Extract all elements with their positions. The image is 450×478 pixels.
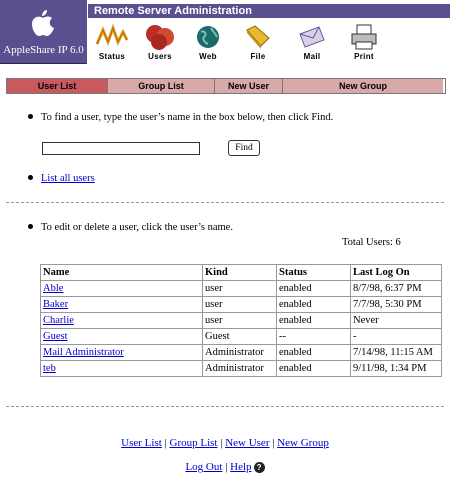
column-header-kind: Kind — [202, 264, 277, 281]
find-instruction: To find a user, type the user’s name in … — [41, 112, 334, 123]
footer-user-list-link[interactable]: User List — [121, 437, 162, 449]
column-header-status: Status — [276, 264, 351, 281]
toolbar-users[interactable]: Users — [136, 20, 184, 64]
product-name: AppleShare IP 6.0 — [3, 44, 84, 56]
table-row: Baker user enabled 7/7/98, 5:30 PM — [40, 296, 442, 313]
find-button[interactable]: Find — [228, 140, 260, 156]
user-link[interactable]: Mail Administrator — [43, 347, 124, 358]
help-icon[interactable]: ? — [253, 461, 265, 473]
user-status-cell: enabled — [276, 344, 351, 361]
user-kind-cell: Administrator — [202, 344, 277, 361]
footer-actions: Log Out | Help? — [0, 461, 450, 473]
edit-instruction-row: To edit or delete a user, click the user… — [28, 222, 233, 233]
user-kind-cell: Guest — [202, 328, 277, 345]
user-status-cell: enabled — [276, 312, 351, 329]
table-row: Charlie user enabled Never — [40, 312, 442, 329]
log-out-link[interactable]: Log Out — [185, 461, 222, 473]
user-link[interactable]: Charlie — [43, 315, 74, 326]
toolbar-print[interactable]: Print — [340, 20, 388, 64]
table-row: Mail Administrator Administrator enabled… — [40, 344, 442, 361]
toolbar-mail-label: Mail — [303, 52, 321, 61]
toolbar-status-label: Status — [98, 52, 126, 61]
user-last-log-on-cell: 7/14/98, 11:15 AM — [350, 344, 442, 361]
user-last-log-on-cell: Never — [350, 312, 442, 329]
divider — [6, 406, 444, 407]
toolbar-web-label: Web — [199, 52, 217, 61]
bullet-icon — [28, 175, 33, 181]
user-link[interactable]: teb — [43, 363, 56, 374]
total-users: Total Users: 6 — [342, 237, 401, 248]
mail-icon — [299, 26, 325, 48]
table-header-row: Name Kind Status Last Log On — [40, 264, 442, 281]
divider — [6, 202, 444, 203]
column-header-name: Name — [40, 264, 203, 281]
user-status-cell: enabled — [276, 360, 351, 377]
toolbar-status[interactable]: Status — [88, 20, 136, 64]
bullet-icon — [28, 114, 33, 120]
table-row: teb Administrator enabled 9/11/98, 1:34 … — [40, 360, 442, 377]
apple-logo-icon — [32, 10, 54, 36]
toolbar-mail[interactable]: Mail — [288, 20, 336, 64]
user-kind-cell: user — [202, 296, 277, 313]
table-row: Able user enabled 8/7/98, 6:37 PM — [40, 280, 442, 297]
page-title: Remote Server Administration — [88, 4, 450, 18]
user-last-log-on-cell: 7/7/98, 5:30 PM — [350, 296, 442, 313]
product-logo: AppleShare IP 6.0 — [0, 0, 87, 64]
user-name-cell: Mail Administrator — [40, 344, 203, 361]
find-instruction-row: To find a user, type the user’s name in … — [28, 112, 333, 123]
user-last-log-on-cell: - — [350, 328, 442, 345]
toolbar-users-label: Users — [148, 52, 172, 61]
user-kind-cell: user — [202, 280, 277, 297]
table-row: Guest Guest -- - — [40, 328, 442, 345]
footer-group-list-link[interactable]: Group List — [170, 437, 218, 449]
user-kind-cell: Administrator — [202, 360, 277, 377]
footer-new-group-link[interactable]: New Group — [277, 437, 329, 449]
user-last-log-on-cell: 9/11/98, 1:34 PM — [350, 360, 442, 377]
footer-nav: User List | Group List | New User | New … — [0, 437, 450, 449]
print-icon — [351, 24, 377, 50]
toolbar-file-label: File — [250, 52, 266, 61]
web-icon — [197, 26, 219, 48]
user-name-cell: teb — [40, 360, 203, 377]
toolbar-file[interactable]: File — [234, 20, 282, 64]
user-link[interactable]: Guest — [43, 331, 68, 342]
user-name-cell: Charlie — [40, 312, 203, 329]
toolbar: Status Users Web File Mail Print — [88, 20, 450, 64]
toolbar-web[interactable]: Web — [184, 20, 232, 64]
users-table: Name Kind Status Last Log On Able user e… — [40, 264, 442, 377]
list-all-users-link[interactable]: List all users — [41, 173, 95, 184]
edit-instruction: To edit or delete a user, click the user… — [41, 222, 233, 233]
column-header-last-log-on: Last Log On — [350, 264, 442, 281]
status-icon — [95, 23, 129, 47]
list-all-row: List all users — [28, 173, 95, 184]
tab-user-list[interactable]: User List — [7, 79, 108, 93]
user-link[interactable]: Able — [43, 283, 63, 294]
footer-separator: | — [161, 437, 170, 449]
help-link[interactable]: Help — [230, 461, 251, 473]
footer-separator: | — [222, 461, 231, 473]
user-status-cell: enabled — [276, 280, 351, 297]
find-user-input[interactable] — [42, 142, 200, 155]
users-icon — [146, 25, 174, 50]
tab-bar: User List Group List New User New Group — [6, 78, 446, 94]
user-name-cell: Guest — [40, 328, 203, 345]
folder-icon — [246, 25, 270, 49]
user-last-log-on-cell: 8/7/98, 6:37 PM — [350, 280, 442, 297]
tab-group-list[interactable]: Group List — [108, 79, 215, 93]
user-kind-cell: user — [202, 312, 277, 329]
bullet-icon — [28, 224, 33, 230]
user-status-cell: enabled — [276, 296, 351, 313]
user-status-cell: -- — [276, 328, 351, 345]
tab-new-user[interactable]: New User — [215, 79, 283, 93]
tab-new-group[interactable]: New Group — [283, 79, 443, 93]
user-link[interactable]: Baker — [43, 299, 68, 310]
user-name-cell: Baker — [40, 296, 203, 313]
user-name-cell: Able — [40, 280, 203, 297]
footer-new-user-link[interactable]: New User — [225, 437, 269, 449]
toolbar-print-label: Print — [354, 52, 374, 61]
